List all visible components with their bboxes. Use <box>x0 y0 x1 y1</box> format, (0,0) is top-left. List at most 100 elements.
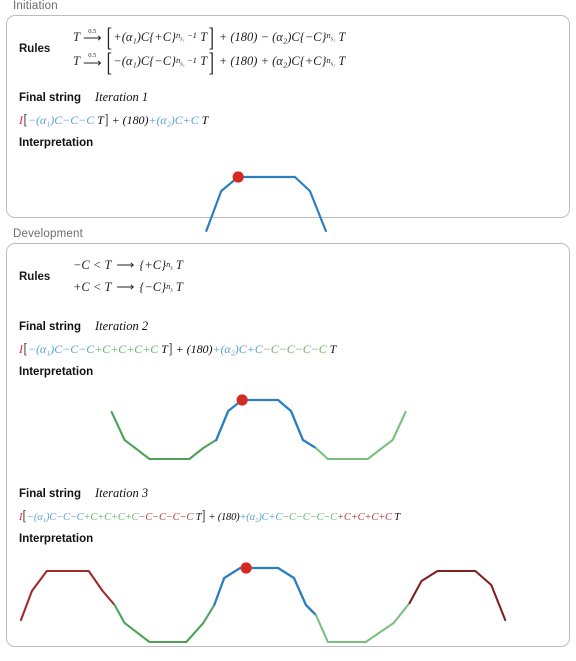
string-token-bracket: [ <box>23 340 28 357</box>
start-dot-icon <box>240 562 252 574</box>
rule-line: T 0.5 ⟶ [ +(α₁)C{+C} ns₁ −1 T ] + (180) −… <box>73 23 346 53</box>
string-token-bracket: [ <box>22 507 27 524</box>
rule-lhs: T <box>73 54 80 69</box>
probability-arrow-icon: 0.5 ⟶ <box>82 28 102 46</box>
curve-dred-right <box>408 569 507 621</box>
string-token-bracket: [ <box>23 111 28 128</box>
string-token-black: T <box>391 511 400 523</box>
string-token-green: +C+C+C+C <box>94 341 159 356</box>
interpretation-label: Interpretation <box>19 365 94 378</box>
curve-blue-center <box>213 566 318 616</box>
iteration-label: Iteration 1 <box>94 89 149 104</box>
start-dot-icon <box>236 394 248 406</box>
final-string-header: Final string Iteration 1 <box>7 80 569 105</box>
string-token-black: T <box>326 341 337 356</box>
rule-lhs: T <box>73 30 80 44</box>
arrow-glyph: ⟶ <box>82 54 102 70</box>
final-string-label: Final string <box>19 91 81 104</box>
rule-inside-sup-tail: −1 <box>186 54 197 65</box>
string-token-green: −C−C−C−C <box>262 341 327 356</box>
rule-after-sup-sub: s₂ <box>330 61 336 68</box>
rule-after-tail: T <box>338 54 346 69</box>
string-token-black: T <box>198 112 209 127</box>
dev-rule-lhs: +C < T <box>73 279 112 294</box>
initiation-panel: Rules T 0.5 ⟶ [ +(α₁)C{+C} ns₁ −1 T ] + (… <box>6 15 570 232</box>
final-string-value: I [−(α₁)C−C−C+C+C+C+C T] + (180)+(α₂)C+C… <box>7 334 569 358</box>
iteration-3-plot <box>19 562 507 643</box>
dev-rule-lhs: −C < T <box>73 258 112 272</box>
final-string-label: Final string <box>19 320 81 333</box>
curve-blue <box>205 175 327 232</box>
string-token-bracket: ] <box>104 111 109 128</box>
final-string-label: Final string <box>19 487 81 500</box>
final-string-header: Final string Iteration 3 <box>7 478 569 501</box>
rule-line: +C < T ⟶ {−C} ns T <box>73 277 569 299</box>
curve-green-right <box>314 410 407 460</box>
string-token-red: I <box>19 112 23 127</box>
string-token-blue: +(α₂)C+C <box>239 511 283 523</box>
iteration-label: Iteration 2 <box>94 318 149 333</box>
string-token-bracket: ] <box>168 340 173 357</box>
dev-rule-tail: T <box>175 258 183 272</box>
rule-after-tail: T <box>338 30 346 44</box>
final-string-header: Final string Iteration 2 <box>7 305 569 334</box>
iteration-label: Iteration 3 <box>94 485 149 500</box>
interpretation-label: Interpretation <box>19 136 94 149</box>
rule-inside: +(α₁)C{+C} <box>113 30 177 44</box>
string-token-black: + (180) <box>172 341 213 356</box>
initiation-rules-body: T 0.5 ⟶ [ +(α₁)C{+C} ns₁ −1 T ] + (180) −… <box>73 23 569 77</box>
arrow-glyph: ⟶ <box>116 258 135 272</box>
start-dot-icon <box>232 171 244 183</box>
string-token-black: T <box>193 511 202 523</box>
arrow-glyph: ⟶ <box>82 30 102 46</box>
string-token-dred: −C−C−C−C <box>138 511 194 523</box>
development-rules-row: Rules −C < T ⟶ {+C} ns T +C < T ⟶ {−C} ns … <box>7 244 569 305</box>
string-token-black: T <box>158 341 168 356</box>
rule-after: + (180) + (α₂)C{+C} <box>218 54 327 69</box>
rule-inside: −(α₁)C{−C} <box>113 54 177 69</box>
rule-inside-sup-tail: −1 <box>186 30 197 41</box>
string-token-blue: −(α₁)C−C−C <box>27 112 95 127</box>
development-panel: Rules −C < T ⟶ {+C} ns T +C < T ⟶ {−C} ns … <box>6 243 570 647</box>
string-token-dred: +C+C+C+C <box>337 511 392 523</box>
rule-after-sup-sub: s₂ <box>330 37 336 44</box>
initiation-section: Initiation Rules T 0.5 ⟶ [ +(α₁)C{+C} ns₁… <box>0 0 576 232</box>
iteration-1-plot <box>205 171 327 232</box>
interpretation-label: Interpretation <box>19 532 94 545</box>
rule-after: + (180) − (α₂)C{−C} <box>218 30 327 44</box>
string-token-black: + (180) <box>206 511 240 523</box>
final-string-value: I [−(α₁)C−C−C T] + (180)+(α₂)C+C T <box>7 105 569 129</box>
arrow-glyph: ⟶ <box>116 279 135 294</box>
final-string-value: I [−(α₁)C−C−C+C+C+C+C−C−C−C−C T] + (180)… <box>7 501 569 525</box>
dev-rule-tail: T <box>175 279 183 294</box>
rule-line: −C < T ⟶ {+C} ns T <box>73 255 569 277</box>
string-token-green: −C−C−C−C <box>282 511 337 523</box>
initiation-rules-row: Rules T 0.5 ⟶ [ +(α₁)C{+C} ns₁ −1 T ] + (… <box>7 16 569 80</box>
curve-green-left <box>113 603 216 643</box>
string-token-blue: −(α₁)C−C−C <box>27 341 95 356</box>
string-token-blue: +(α₂)C+C <box>148 112 199 127</box>
dev-rule-sup-sub: s <box>170 287 173 294</box>
rule-line: T 0.5 ⟶ [ −(α₁)C{−C} ns₁ −1 T ] + (180) +… <box>73 47 346 77</box>
curve-blue-center <box>215 398 318 449</box>
development-rules-body: −C < T ⟶ {+C} ns T +C < T ⟶ {−C} ns T <box>73 255 569 299</box>
rule-inside-tail: T <box>200 54 208 69</box>
rules-label: Rules <box>19 43 51 56</box>
iteration-2-plot <box>110 394 407 460</box>
string-token-blue: −(α₁)C−C−C <box>27 511 84 523</box>
rule-inside-sup-sub: s₁ <box>180 37 185 44</box>
rules-label: Rules <box>19 270 51 283</box>
dev-rule-sup-sub: s <box>170 265 173 272</box>
string-token-black: T <box>94 112 104 127</box>
rule-inside-tail: T <box>200 30 208 44</box>
dev-rule-rhs: {−C} <box>139 279 167 294</box>
string-token-bracket: ] <box>201 507 206 524</box>
dev-rule-rhs: {+C} <box>139 258 167 272</box>
curve-dred-left <box>19 569 116 621</box>
string-token-blue: +(α₂)C+C <box>212 341 263 356</box>
string-token-black: + (180) <box>108 112 149 127</box>
curve-green-left <box>110 410 218 460</box>
section-title-initiation: Initiation <box>13 0 58 12</box>
string-token-green: +C+C+C+C <box>83 511 139 523</box>
string-token-red: I <box>19 341 23 356</box>
